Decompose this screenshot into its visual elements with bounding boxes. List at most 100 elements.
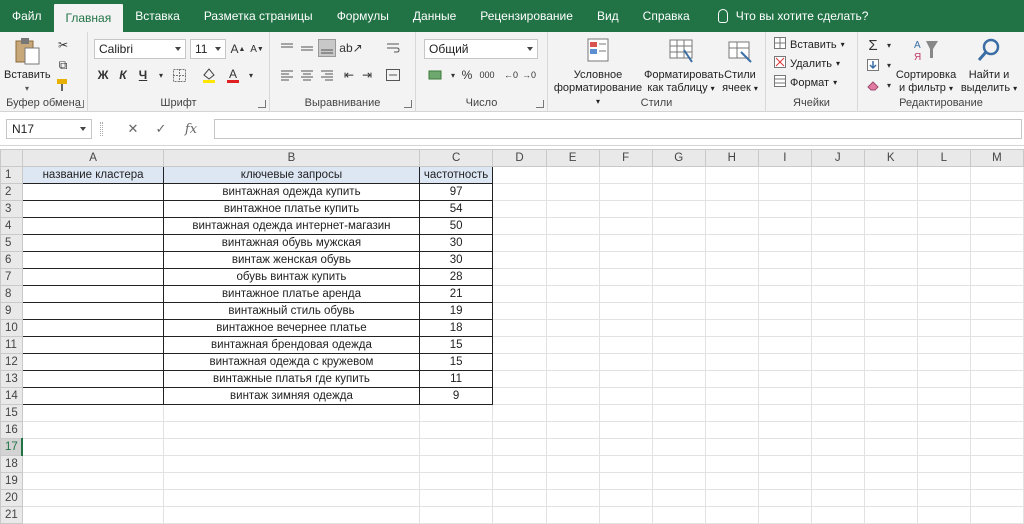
cell-a9[interactable] [21,302,165,320]
cancel-icon[interactable]: ✕ [122,119,144,139]
cell-i4[interactable] [757,217,812,235]
cell-h15[interactable] [704,404,759,422]
cell-j6[interactable] [810,251,865,269]
cell-k8[interactable] [863,285,918,303]
cell-c3[interactable]: 54 [418,200,494,218]
cell-g7[interactable] [651,268,706,286]
cell-d20[interactable] [492,489,547,507]
cell-i15[interactable] [757,404,812,422]
column-header-c[interactable]: C [418,149,494,167]
cell-e10[interactable] [545,319,600,337]
alignment-dialog-launcher[interactable] [404,100,412,108]
shrink-font-button[interactable]: A ▼ [248,40,266,58]
row-header[interactable]: 5 [0,234,23,252]
cell-f8[interactable] [598,285,653,303]
cell-c18[interactable] [418,455,494,473]
cell-f15[interactable] [598,404,653,422]
cell-m11[interactable] [969,336,1024,354]
cell-j8[interactable] [810,285,865,303]
cell-d16[interactable] [492,421,547,439]
cell-f13[interactable] [598,370,653,388]
cell-i8[interactable] [757,285,812,303]
cell-g19[interactable] [651,472,706,490]
cell-h21[interactable] [704,506,759,524]
cell-c17[interactable] [418,438,494,456]
cell-a16[interactable] [21,421,165,439]
cell-h6[interactable] [704,251,759,269]
cell-a7[interactable] [21,268,165,286]
cell-i14[interactable] [757,387,812,405]
cell-b1[interactable]: ключевые запросы [163,166,420,184]
cell-e12[interactable] [545,353,600,371]
cell-j5[interactable] [810,234,865,252]
cell-a6[interactable] [21,251,165,269]
cell-m12[interactable] [969,353,1024,371]
sort-filter-button[interactable]: AЯ Сортировка и фильтр ▾ [894,36,958,95]
cell-h4[interactable] [704,217,759,235]
cell-m18[interactable] [969,455,1024,473]
cell-j11[interactable] [810,336,865,354]
cell-c20[interactable] [418,489,494,507]
row-header[interactable]: 2 [0,183,23,201]
cell-i13[interactable] [757,370,812,388]
cell-e13[interactable] [545,370,600,388]
column-header-i[interactable]: I [757,149,812,167]
cell-a11[interactable] [21,336,165,354]
cell-j7[interactable] [810,268,865,286]
cell-e5[interactable] [545,234,600,252]
cell-k3[interactable] [863,200,918,218]
cell-a18[interactable] [21,455,165,473]
cell-k1[interactable] [863,166,918,184]
cell-b20[interactable] [163,489,420,507]
cell-a19[interactable] [21,472,165,490]
cell-c1[interactable]: частотность [418,166,494,184]
cell-h16[interactable] [704,421,759,439]
cell-e16[interactable] [545,421,600,439]
cell-i6[interactable] [757,251,812,269]
cell-k15[interactable] [863,404,918,422]
cell-c21[interactable] [418,506,494,524]
cell-f2[interactable] [598,183,653,201]
fill-color-icon[interactable] [200,66,218,84]
column-header-d[interactable]: D [492,149,547,167]
cell-j16[interactable] [810,421,865,439]
cell-g10[interactable] [651,319,706,337]
cell-b14[interactable]: винтаж зимняя одежда [163,387,420,405]
cell-m19[interactable] [969,472,1024,490]
cell-b18[interactable] [163,455,420,473]
cell-e14[interactable] [545,387,600,405]
align-left-icon[interactable] [278,66,296,84]
cell-b17[interactable] [163,438,420,456]
cell-c15[interactable] [418,404,494,422]
cell-k11[interactable] [863,336,918,354]
cell-d3[interactable] [492,200,547,218]
cell-k20[interactable] [863,489,918,507]
column-header-a[interactable]: A [21,149,165,167]
cell-k21[interactable] [863,506,918,524]
cell-j4[interactable] [810,217,865,235]
cell-c7[interactable]: 28 [418,268,494,286]
cell-e3[interactable] [545,200,600,218]
column-header-g[interactable]: G [651,149,706,167]
cell-c16[interactable] [418,421,494,439]
cell-d14[interactable] [492,387,547,405]
underline-button[interactable]: Ч [134,66,152,84]
cell-e21[interactable] [545,506,600,524]
cell-i10[interactable] [757,319,812,337]
format-cells-button[interactable]: Формат ▾ [774,75,837,90]
cell-f10[interactable] [598,319,653,337]
cell-j2[interactable] [810,183,865,201]
formula-input[interactable] [214,119,1022,139]
cell-a3[interactable] [21,200,165,218]
cell-j9[interactable] [810,302,865,320]
cell-f18[interactable] [598,455,653,473]
merge-center-icon[interactable] [384,66,402,84]
cell-b9[interactable]: винтажный стиль обувь [163,302,420,320]
cell-i20[interactable] [757,489,812,507]
increase-indent-icon[interactable]: ⇥ [358,66,376,84]
cell-h3[interactable] [704,200,759,218]
cell-a1[interactable]: название кластера [21,166,165,184]
tell-me-box[interactable]: Что вы хотите сделать? [706,0,881,32]
cell-c11[interactable]: 15 [418,336,494,354]
font-color-dropdown-icon[interactable]: ▾ [242,66,260,84]
